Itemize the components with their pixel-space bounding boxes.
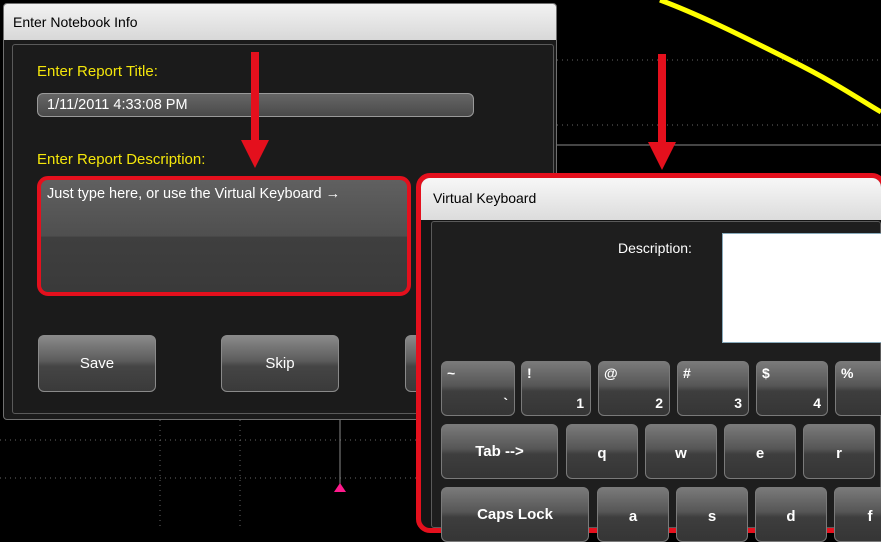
key-label: f bbox=[867, 508, 873, 525]
key-shift-glyph: # bbox=[683, 365, 691, 381]
save-button[interactable]: Save bbox=[38, 335, 156, 392]
dialog-titlebar[interactable]: Enter Notebook Info bbox=[4, 4, 556, 40]
key-label: e bbox=[755, 445, 765, 462]
skip-button[interactable]: Skip bbox=[221, 335, 339, 392]
key-tab[interactable]: Tab --> bbox=[441, 424, 558, 479]
virtual-keyboard-window: Virtual Keyboard bbox=[416, 173, 881, 533]
key-d[interactable]: d bbox=[755, 487, 827, 542]
key-base-glyph: 4 bbox=[813, 395, 821, 411]
down-arrow-annotation-icon bbox=[648, 54, 676, 170]
key-base-glyph: 3 bbox=[734, 395, 742, 411]
key-label: a bbox=[628, 508, 638, 525]
key-a[interactable]: a bbox=[597, 487, 669, 542]
key-label: Tab --> bbox=[475, 443, 524, 460]
dialog-title: Enter Notebook Info bbox=[13, 14, 138, 30]
key-shift-glyph: ! bbox=[527, 365, 532, 381]
key-shift-glyph: $ bbox=[762, 365, 770, 381]
key-base-glyph: 1 bbox=[576, 395, 584, 411]
key-label: s bbox=[707, 508, 717, 525]
key-1[interactable]: ! 1 bbox=[521, 361, 591, 416]
keyboard-description-label: Description: bbox=[618, 240, 692, 256]
key-w[interactable]: w bbox=[645, 424, 717, 479]
key-label: d bbox=[786, 508, 796, 525]
key-label: w bbox=[675, 445, 687, 462]
key-s[interactable]: s bbox=[676, 487, 748, 542]
report-description-label: Enter Report Description: bbox=[37, 151, 206, 168]
key-e[interactable]: e bbox=[724, 424, 796, 479]
key-label: q bbox=[597, 445, 607, 462]
report-title-label: Enter Report Title: bbox=[37, 63, 158, 80]
keyboard-titlebar[interactable]: Virtual Keyboard bbox=[421, 178, 881, 220]
key-5[interactable]: % bbox=[835, 361, 881, 416]
key-label: r bbox=[836, 445, 842, 462]
key-shift-glyph: ~ bbox=[447, 365, 456, 381]
key-shift-glyph: @ bbox=[604, 365, 618, 381]
key-3[interactable]: # 3 bbox=[677, 361, 749, 416]
key-2[interactable]: @ 2 bbox=[598, 361, 670, 416]
report-description-input[interactable]: Just type here, or use the Virtual Keybo… bbox=[37, 176, 411, 296]
key-base-glyph: ` bbox=[503, 395, 508, 411]
key-q[interactable]: q bbox=[566, 424, 638, 479]
key-f[interactable]: f bbox=[834, 487, 881, 542]
down-arrow-annotation-icon bbox=[241, 52, 269, 168]
key-shift-glyph: % bbox=[841, 365, 854, 381]
waveform-trace bbox=[659, 0, 881, 115]
key-r[interactable]: r bbox=[803, 424, 875, 479]
trigger-marker-icon bbox=[334, 483, 346, 492]
key-caps-lock[interactable]: Caps Lock bbox=[441, 487, 589, 542]
keyboard-title: Virtual Keyboard bbox=[433, 190, 537, 206]
keyboard-description-input[interactable] bbox=[722, 233, 881, 343]
key-label: Caps Lock bbox=[477, 506, 553, 523]
key-backtick[interactable]: ~ ` bbox=[441, 361, 515, 416]
key-base-glyph: 2 bbox=[655, 395, 663, 411]
key-4[interactable]: $ 4 bbox=[756, 361, 828, 416]
